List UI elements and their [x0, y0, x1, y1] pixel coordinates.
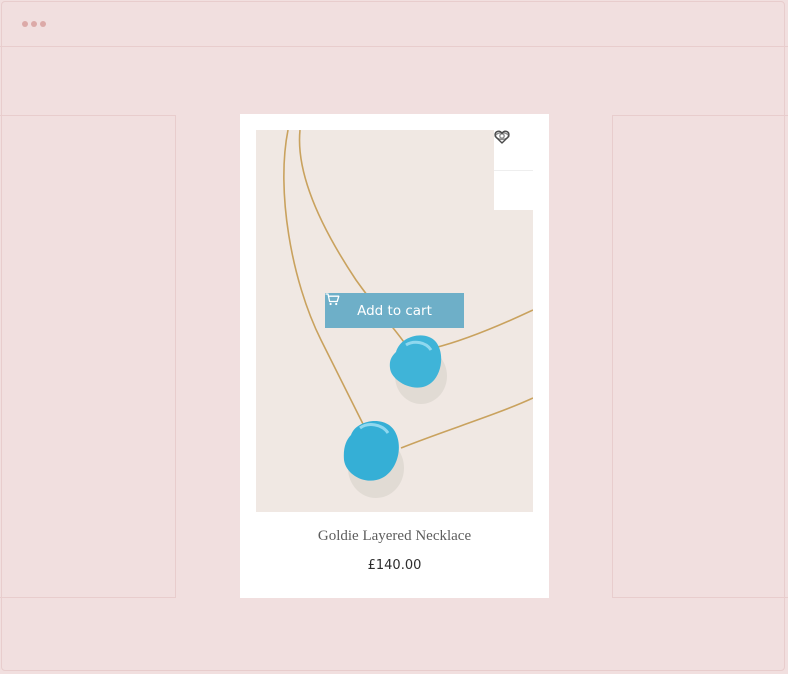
product-card-placeholder-left	[0, 115, 176, 598]
window-dot[interactable]	[40, 21, 46, 27]
product-card[interactable]: Add to cart Goldie Layered Necklace £140…	[240, 114, 549, 598]
product-title[interactable]: Goldie Layered Necklace	[240, 528, 549, 545]
window-controls	[22, 21, 46, 27]
add-to-cart-button[interactable]: Add to cart	[325, 293, 464, 328]
add-to-cart-label: Add to cart	[357, 302, 432, 319]
window-dot[interactable]	[22, 21, 28, 27]
window-dot[interactable]	[31, 21, 37, 27]
cart-icon	[325, 293, 340, 306]
wishlist-button[interactable]	[494, 130, 533, 210]
product-actions	[494, 130, 533, 210]
product-image[interactable]: Add to cart	[256, 130, 533, 512]
window-top-bar	[0, 0, 788, 47]
product-card-placeholder-right	[612, 115, 788, 598]
heart-icon	[494, 130, 510, 144]
product-price: £140.00	[367, 558, 422, 573]
